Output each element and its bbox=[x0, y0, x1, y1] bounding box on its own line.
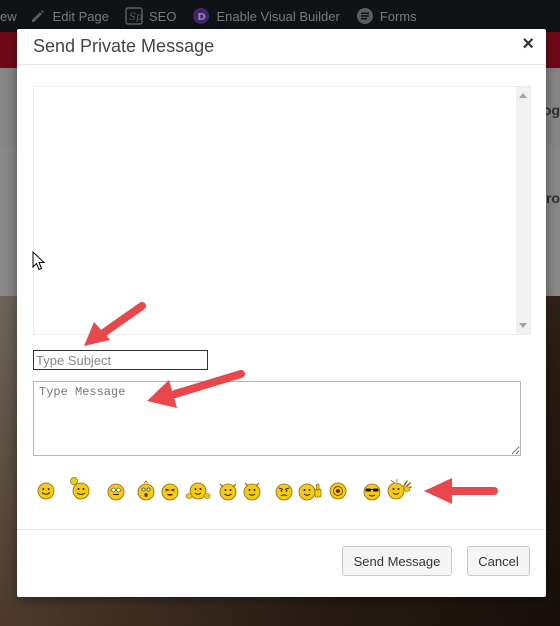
message-preview-area bbox=[33, 86, 531, 335]
cancel-button[interactable]: Cancel bbox=[467, 546, 530, 576]
waving-hat-emoticon-icon[interactable] bbox=[67, 476, 93, 502]
vertical-scrollbar[interactable] bbox=[516, 87, 530, 334]
scroll-up-icon[interactable] bbox=[519, 93, 527, 98]
laughing-emoticon-icon[interactable] bbox=[159, 480, 181, 502]
mouse-cursor-icon bbox=[32, 251, 46, 271]
dialog-title: Send Private Message bbox=[33, 36, 215, 56]
shocked-emoticon-icon[interactable] bbox=[327, 480, 349, 502]
cheering-emoticon-icon[interactable] bbox=[217, 480, 239, 502]
dancing-emoticon-icon[interactable] bbox=[241, 480, 263, 502]
emoticon-picker bbox=[35, 477, 435, 504]
cool-sunglasses-emoticon-icon[interactable] bbox=[361, 480, 383, 502]
thumbs-up-emoticon-icon[interactable] bbox=[297, 480, 323, 502]
smile-emoticon-icon[interactable] bbox=[35, 480, 57, 502]
surprised-emoticon-icon[interactable] bbox=[135, 480, 157, 502]
waving-hand-emoticon-icon[interactable] bbox=[385, 476, 413, 502]
annotation-arrow-icon bbox=[147, 370, 245, 408]
close-icon[interactable]: × bbox=[522, 34, 534, 54]
dialog-header: Send Private Message × bbox=[17, 29, 546, 65]
hugging-emoticon-icon[interactable] bbox=[185, 480, 211, 502]
annotation-arrow-icon bbox=[84, 302, 146, 346]
grin-emoticon-icon[interactable] bbox=[105, 480, 127, 502]
send-message-button[interactable]: Send Message bbox=[342, 546, 452, 576]
message-textarea[interactable] bbox=[33, 381, 521, 456]
angry-emoticon-icon[interactable] bbox=[273, 480, 295, 502]
dialog-footer: Send Message Cancel bbox=[17, 529, 546, 597]
scroll-down-icon[interactable] bbox=[519, 323, 527, 328]
annotation-arrow-icon bbox=[424, 478, 498, 504]
